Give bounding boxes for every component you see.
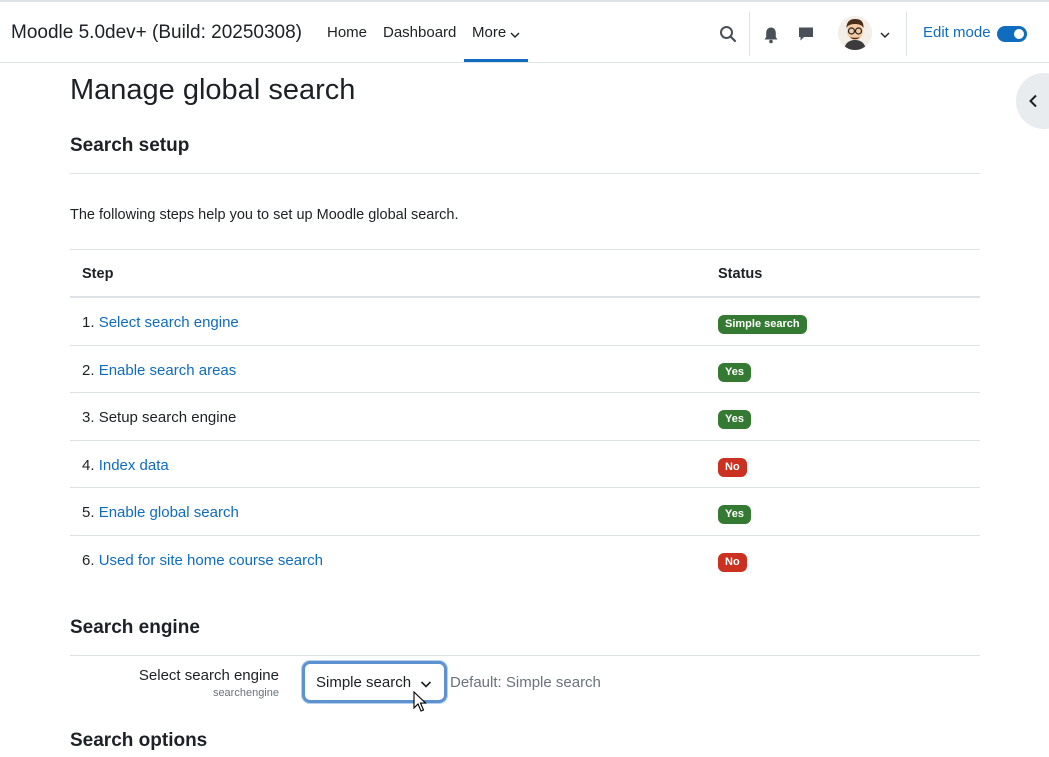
- status-badge: No: [718, 552, 747, 572]
- step-number: 4.: [82, 456, 95, 474]
- step-number: 6.: [82, 551, 95, 569]
- status-badge: Yes: [718, 505, 751, 524]
- section-heading-setup: Search setup: [70, 135, 190, 156]
- table-row: 4. Index data No: [70, 441, 980, 488]
- setting-key: searchengine: [212, 687, 279, 699]
- user-menu-chevron-icon[interactable]: [875, 25, 895, 45]
- step-number: 5.: [82, 504, 95, 521]
- table-body: 1. Select search engine Simple search 2. E…: [70, 298, 980, 583]
- status-badge: Yes: [718, 362, 751, 382]
- table-row: 3. Setup search engine Yes: [70, 393, 980, 441]
- table-row: 1. Select search engine Simple search: [70, 298, 980, 346]
- table-header: Step Status: [70, 249, 980, 298]
- status-cell: Yes: [718, 504, 751, 524]
- page-title: Manage global search: [70, 74, 356, 106]
- step-link[interactable]: Select search engine: [99, 314, 239, 331]
- step-link[interactable]: Used for site home course search: [99, 552, 323, 569]
- column-header-status: Status: [718, 266, 763, 282]
- status-cell: No: [718, 552, 747, 572]
- open-drawer-button[interactable]: [1016, 73, 1049, 129]
- toggle-knob: [1014, 29, 1024, 39]
- table-row: 6. Used for site home course search No: [70, 536, 980, 584]
- user-avatar[interactable]: [838, 16, 872, 50]
- section-heading-options: Search options: [70, 730, 208, 751]
- chevron-down-icon: [510, 26, 520, 43]
- status-badge: Yes: [718, 410, 751, 429]
- nav-divider: [906, 12, 907, 56]
- setting-label-text: Select search engine: [138, 667, 279, 684]
- column-header-step: Step: [82, 266, 114, 282]
- section-heading-engine: Search engine: [70, 617, 200, 638]
- setup-steps-table: Step Status 1. Select search engine Simpl…: [70, 249, 980, 583]
- step-cell: 3. Setup search engine: [82, 409, 236, 426]
- status-cell: No: [718, 457, 747, 477]
- divider: [70, 173, 980, 174]
- status-badge: Simple search: [718, 315, 807, 334]
- edit-mode-toggle[interactable]: [997, 26, 1027, 42]
- chat-icon[interactable]: [796, 24, 816, 44]
- step-link[interactable]: Enable search areas: [99, 362, 237, 379]
- table-row: 2. Enable search areas Yes: [70, 346, 980, 393]
- nav-more[interactable]: More: [464, 2, 528, 62]
- step-number: 3.: [82, 409, 95, 426]
- select-value: Simple search: [316, 674, 412, 691]
- nav-divider: [749, 12, 750, 56]
- status-cell: Yes: [718, 409, 751, 429]
- setting-label: Select search engine searchengine: [139, 667, 279, 699]
- table-row: 5. Enable global search Yes: [70, 488, 980, 536]
- edit-mode-label[interactable]: Edit mode: [923, 24, 991, 41]
- chevron-left-icon: [1029, 94, 1037, 108]
- bell-icon[interactable]: [761, 25, 781, 45]
- intro-text: The following steps help you to set up M…: [70, 207, 459, 223]
- default-value-text: Default: Simple search: [450, 674, 601, 691]
- step-link[interactable]: Enable global search: [99, 504, 239, 521]
- top-navbar: Moodle 5.0dev+ (Build: 20250308) Home Da…: [0, 0, 1049, 63]
- divider: [70, 655, 980, 656]
- mouse-cursor-icon: [413, 690, 427, 717]
- nav-more-label: More: [472, 24, 507, 41]
- search-icon[interactable]: [718, 24, 738, 44]
- nav-dashboard[interactable]: Dashboard: [383, 24, 456, 41]
- step-cell: 2. Enable search areas: [82, 362, 236, 379]
- step-number: 1.: [82, 314, 95, 331]
- step-cell: 1. Select search engine: [82, 314, 239, 331]
- status-cell: Simple search: [718, 314, 807, 334]
- status-badge: No: [718, 457, 747, 477]
- step-cell: 6. Used for site home course search: [82, 552, 323, 569]
- step-number: 2.: [82, 361, 95, 379]
- status-cell: Yes: [718, 362, 751, 382]
- step-cell: 5. Enable global search: [82, 504, 239, 521]
- site-brand[interactable]: Moodle 5.0dev+ (Build: 20250308): [11, 22, 302, 44]
- step-cell: 4. Index data: [82, 457, 169, 474]
- step-label: Setup search engine: [98, 409, 237, 426]
- step-link[interactable]: Index data: [99, 457, 169, 474]
- nav-home[interactable]: Home: [327, 24, 367, 41]
